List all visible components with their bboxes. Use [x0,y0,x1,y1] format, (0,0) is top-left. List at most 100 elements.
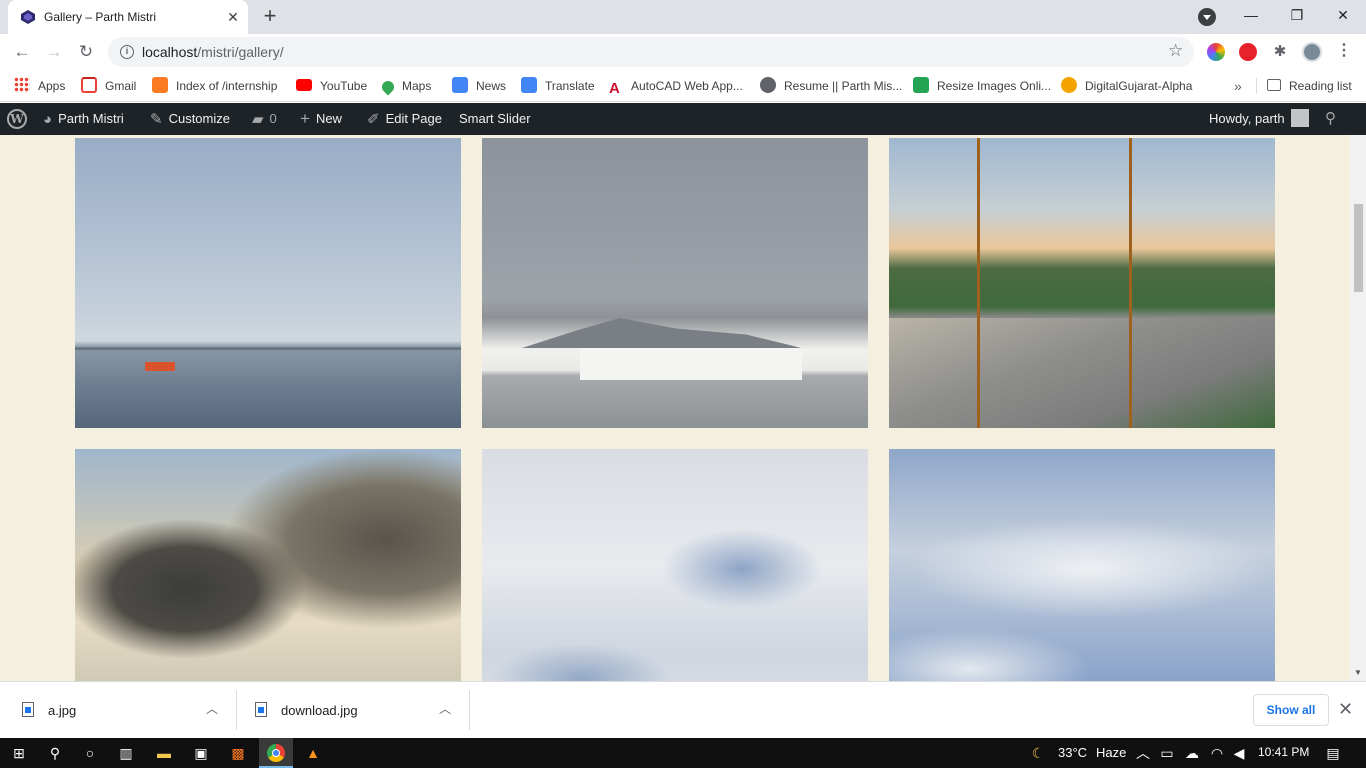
bookmark-star-icon[interactable]: ☆ [1168,41,1183,61]
weather-moon-icon[interactable]: ☾ [1028,743,1048,763]
scroll-down-arrow-icon[interactable]: ▼ [1354,669,1362,677]
chevron-up-icon[interactable]: ︿ [206,700,218,717]
reading-list-icon [1267,79,1281,91]
bookmark-label: Maps [402,79,432,93]
comments-link[interactable]: ▰ 0 [252,103,277,135]
bookmark-resize-images[interactable]: Resize Images Onli... [913,76,1051,96]
battery-icon[interactable]: ▭ [1157,743,1177,763]
more-bookmarks-icon[interactable]: » [1234,76,1242,96]
adblock-extension-icon[interactable] [1239,43,1257,61]
close-window-button[interactable]: ✕ [1320,0,1366,30]
comments-count: 0 [269,111,277,126]
bookmark-apps[interactable]: Apps [14,76,65,96]
maps-pin-icon [379,78,397,96]
minimize-button[interactable]: — [1228,0,1274,30]
edit-page-label: Edit Page [385,111,442,126]
bookmark-gmail[interactable]: Gmail [81,76,136,96]
autocad-icon: A [609,80,620,97]
bookmark-label: YouTube [320,79,368,93]
chrome-menu-icon[interactable]: ⋮ [1336,40,1352,60]
edit-page-link[interactable]: ✐ Edit Page [367,103,442,135]
comment-bubble-icon: ▰ [252,111,264,128]
divider [469,690,470,730]
chevron-up-icon[interactable]: ︿ [1133,743,1153,763]
plus-icon: + [300,109,310,128]
gallery-image-lake-boat[interactable] [75,138,461,428]
forward-arrow-icon[interactable]: → [42,40,66,64]
reading-list-label: Reading list [1289,79,1352,93]
gallery-image-white-clouds[interactable] [482,449,868,681]
search-icon[interactable]: ⚲ [1325,103,1336,135]
download-item[interactable]: a.jpg ︿ [0,682,236,739]
bookmark-digitalgujarat[interactable]: DigitalGujarat-Alpha [1061,76,1192,96]
clock-text[interactable]: 10:41 PM [1258,745,1309,759]
bookmark-youtube[interactable]: YouTube [296,76,367,96]
reload-icon[interactable]: ↻ [74,40,98,64]
close-downloads-icon[interactable]: ✕ [1338,699,1353,720]
bookmark-label: Resize Images Onli... [937,79,1052,93]
site-info-icon[interactable]: i [120,45,134,59]
new-content-link[interactable]: + New [300,103,342,135]
reading-list-button[interactable]: Reading list [1267,76,1352,96]
page-scrollbar[interactable]: ▼ [1350,135,1366,681]
gallery-image-blue-sky[interactable] [889,449,1275,681]
bookmark-news[interactable]: News [452,76,506,96]
cortana-icon[interactable]: ○ [80,743,100,763]
gallery-image-dark-clouds[interactable] [75,449,461,681]
youtube-icon [296,79,312,91]
network-error-icon[interactable]: ☁ [1182,743,1202,763]
boat-shape [145,362,175,371]
bookmark-maps[interactable]: Maps [379,76,432,96]
smart-slider-link[interactable]: Smart Slider [459,103,531,135]
windows-start-icon[interactable]: ⊞ [9,743,29,763]
browser-tab[interactable]: Gallery – Parth Mistri ✕ [8,0,248,34]
hill-shape [522,318,802,348]
tab-search-icon[interactable] [1198,8,1216,26]
notifications-icon[interactable]: ▤ [1323,743,1343,763]
chrome-taskbar-button[interactable] [259,738,293,768]
news-icon [452,77,468,93]
tab-title: Gallery – Parth Mistri [44,10,157,24]
url-text[interactable]: localhost/mistri/gallery/ [142,44,284,60]
wordpress-logo-icon[interactable]: W [7,109,27,129]
bookmark-resume[interactable]: Resume || Parth Mis... [760,76,902,96]
bookmark-translate[interactable]: Translate [521,76,595,96]
download-item[interactable]: download.jpg ︿ [233,682,469,739]
back-arrow-icon[interactable]: ← [10,40,34,64]
address-bar[interactable]: i localhost/mistri/gallery/ ☆ [108,37,1194,67]
gallery-image-road-sunset[interactable] [889,138,1275,428]
restore-button[interactable]: ❐ [1274,0,1320,30]
task-view-icon[interactable]: ▥ [116,743,136,763]
bookmark-index-internship[interactable]: Index of /internship [152,76,277,96]
gallery-image-lake-palace[interactable] [482,138,868,428]
scrollbar-thumb[interactable] [1354,204,1363,292]
wifi-icon[interactable]: ◠ [1207,743,1227,763]
wp-admin-bar: W ◕ Parth Mistri ✎ Customize ▰ 0 + New ✐ Edit… [0,103,1366,135]
my-account-link[interactable]: Howdy, parth [1209,103,1309,135]
wire-shape [977,138,980,428]
vlc-icon[interactable]: ▲ [303,743,323,763]
new-tab-button[interactable]: + [258,5,282,29]
divider [1256,78,1257,94]
site-name-link[interactable]: ◕ Parth Mistri [43,103,124,135]
search-icon[interactable]: ⚲ [45,743,65,763]
chevron-up-icon[interactable]: ︿ [439,700,451,717]
profile-avatar[interactable] [1302,42,1322,62]
bookmark-autocad[interactable]: A AutoCAD Web App... [609,76,743,97]
site-favicon-icon [21,10,35,24]
extensions-puzzle-icon[interactable]: ✱ [1268,40,1292,64]
xampp-icon[interactable]: ▩ [228,743,248,763]
image-file-icon [255,702,267,717]
file-explorer-icon[interactable]: ▬ [154,743,174,763]
color-picker-extension-icon[interactable] [1207,43,1225,61]
tab-close-icon[interactable]: ✕ [224,8,242,26]
volume-icon[interactable]: ◀ [1229,743,1249,763]
show-all-button[interactable]: Show all [1253,694,1329,726]
tab-strip: Gallery – Parth Mistri ✕ + — ❐ ✕ [0,0,1366,34]
bookmarks-bar: Apps Gmail Index of /internship YouTube … [0,70,1366,102]
pencil-icon: ✐ [367,111,380,128]
temperature-text[interactable]: 33°C [1058,745,1087,760]
weather-text[interactable]: Haze [1096,745,1126,760]
store-icon[interactable]: ▣ [191,743,211,763]
customize-link[interactable]: ✎ Customize [150,103,230,135]
